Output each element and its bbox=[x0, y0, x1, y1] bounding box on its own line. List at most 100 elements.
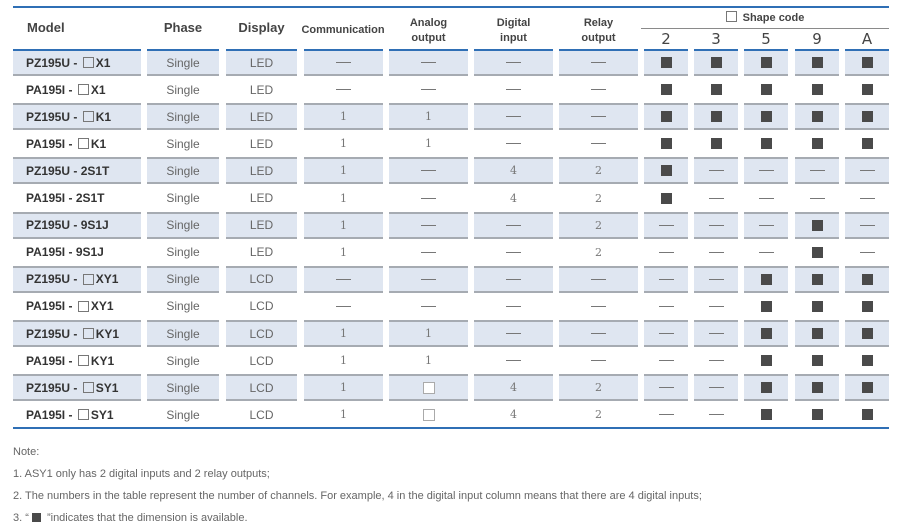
empty-square-icon bbox=[77, 138, 89, 150]
cell-phase: Single bbox=[147, 320, 219, 347]
dash-icon bbox=[658, 333, 674, 334]
cell-value: LCD bbox=[249, 326, 274, 341]
filled-square-icon bbox=[760, 138, 772, 150]
header-relay-output: Relay output bbox=[559, 16, 638, 46]
empty-square-icon bbox=[77, 84, 89, 96]
filled-square-icon bbox=[861, 382, 873, 394]
cell-value: 2 bbox=[595, 245, 602, 259]
filled-square-icon bbox=[660, 57, 672, 68]
dash-icon bbox=[506, 224, 521, 226]
dash-icon bbox=[506, 360, 521, 362]
dash-icon bbox=[506, 305, 521, 307]
header-shape-code: Shape code bbox=[641, 11, 889, 24]
cell-value: LED bbox=[249, 109, 274, 124]
cell-phase: Single bbox=[147, 185, 219, 212]
model-prefix: PA195I - bbox=[26, 82, 76, 97]
table-row: PA195I - 9S1J Single LED 1 2 bbox=[0, 239, 900, 266]
model-prefix: PA195I - bbox=[26, 407, 76, 422]
cell-display: LED bbox=[226, 76, 297, 103]
cell-digital-input bbox=[474, 103, 553, 131]
cell-communication: 1 bbox=[304, 239, 383, 266]
dash-icon bbox=[506, 89, 521, 91]
dash-icon bbox=[506, 143, 521, 145]
cell-shape-5 bbox=[744, 320, 788, 347]
cell-shape-3 bbox=[694, 293, 738, 320]
cell-value: 4 bbox=[510, 164, 517, 178]
filled-square-icon bbox=[811, 382, 823, 394]
filled-square-icon bbox=[811, 84, 823, 96]
table-row: PA195I - X1 Single LED bbox=[0, 76, 900, 103]
dash-icon bbox=[758, 197, 774, 199]
cell-relay-output bbox=[559, 320, 638, 347]
cell-display: LED bbox=[226, 130, 297, 157]
filled-square-icon bbox=[811, 328, 823, 339]
cell-digital-input bbox=[474, 211, 553, 239]
empty-square-icon bbox=[77, 409, 89, 421]
cell-value: 4 bbox=[510, 191, 517, 205]
cell-communication: 1 bbox=[304, 211, 383, 239]
header-phase: Phase bbox=[163, 20, 203, 35]
model-prefix: PA195I - bbox=[26, 299, 76, 314]
dash-icon bbox=[708, 414, 724, 416]
cell-shape-9 bbox=[795, 211, 839, 239]
dash-icon bbox=[506, 62, 521, 63]
cell-communication bbox=[304, 49, 383, 76]
cell-phase: Single bbox=[147, 374, 219, 402]
cell-value: Single bbox=[166, 272, 200, 287]
cell-phase: Single bbox=[147, 103, 219, 131]
filled-square-icon bbox=[811, 273, 823, 285]
filled-square-icon bbox=[760, 409, 772, 421]
dash-icon bbox=[758, 251, 774, 253]
header-analog-line1: Analog bbox=[409, 17, 448, 29]
cell-value: LCD bbox=[249, 353, 274, 368]
cell-value: 1 bbox=[340, 327, 347, 340]
filled-square-icon bbox=[811, 111, 823, 123]
cell-model: PA195I - SY1 bbox=[13, 401, 141, 428]
dash-icon bbox=[859, 170, 875, 172]
cell-value: LED bbox=[249, 245, 274, 260]
cell-analog-output: 1 bbox=[389, 103, 468, 131]
filled-square-icon bbox=[760, 273, 772, 285]
cell-shape-3 bbox=[694, 265, 738, 293]
cell-shape-2 bbox=[644, 265, 688, 293]
cell-shape-3 bbox=[694, 401, 738, 428]
cell-value: 4 bbox=[510, 408, 517, 422]
filled-square-icon bbox=[660, 165, 672, 177]
header-analog-output: Analog output bbox=[389, 16, 468, 46]
cell-shape-5 bbox=[744, 293, 788, 320]
cell-value: LED bbox=[249, 163, 274, 178]
cell-communication: 1 bbox=[304, 374, 383, 402]
cell-display: LCD bbox=[226, 374, 297, 402]
shape-code-label: Shape code bbox=[742, 12, 805, 24]
dash-icon bbox=[758, 224, 774, 226]
cell-shape-A bbox=[845, 293, 889, 320]
cell-value: 1 bbox=[340, 354, 347, 368]
header-digital-input: Digital input bbox=[474, 16, 553, 46]
filled-square-icon bbox=[660, 84, 672, 96]
filled-square-icon bbox=[861, 84, 873, 96]
cell-shape-3 bbox=[694, 130, 738, 157]
cell-shape-2 bbox=[644, 239, 688, 266]
model-prefix: PZ195U - bbox=[26, 326, 81, 341]
dash-icon bbox=[591, 143, 606, 145]
cell-shape-9 bbox=[795, 293, 839, 320]
dash-icon bbox=[658, 360, 674, 362]
cell-shape-5 bbox=[744, 374, 788, 402]
dash-icon bbox=[708, 251, 724, 253]
cell-shape-9 bbox=[795, 157, 839, 185]
dash-icon bbox=[591, 305, 606, 307]
dash-icon bbox=[421, 197, 436, 199]
dash-icon bbox=[421, 224, 436, 226]
cell-digital-input bbox=[474, 320, 553, 347]
cell-shape-2 bbox=[644, 293, 688, 320]
dash-icon bbox=[591, 89, 606, 91]
cell-shape-A bbox=[845, 76, 889, 103]
cell-value: 1 bbox=[340, 245, 347, 259]
cell-shape-A bbox=[845, 239, 889, 266]
cell-shape-A bbox=[845, 185, 889, 212]
cell-relay-output bbox=[559, 293, 638, 320]
cell-value: LED bbox=[249, 136, 274, 151]
cell-shape-9 bbox=[795, 374, 839, 402]
dash-icon bbox=[591, 360, 606, 362]
note-item-2: 2. The numbers in the table represent th… bbox=[13, 490, 702, 502]
